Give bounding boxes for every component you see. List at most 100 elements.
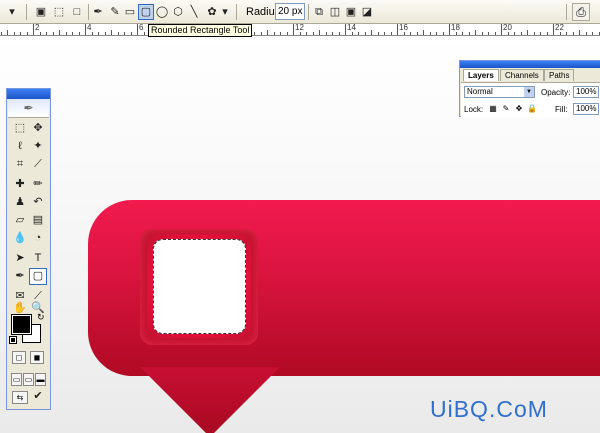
ruler-label: 22 <box>555 24 564 32</box>
ruler-tick <box>338 32 340 35</box>
toolbox: ✒ ⬚ ✥ ℓ ✦ ⌗ ⟋ ✚ ✏ ♟ ↶ ▱ ▤ 💧 ◔ ➤ T ✒ ▢ ✉ … <box>6 88 51 410</box>
ruler-tick <box>358 32 359 35</box>
palette-well-icon[interactable]: ⎙ <box>572 3 590 21</box>
ruler-tick <box>364 32 366 35</box>
separator <box>88 4 89 20</box>
intersect-shape-icon[interactable]: ▣ <box>343 4 359 20</box>
ruler-tick <box>546 32 548 35</box>
rectangle-shape-icon[interactable]: ▭ <box>122 4 138 20</box>
lock-pixels-icon[interactable]: ✎ <box>501 103 511 114</box>
blur-tool-icon[interactable]: 💧 <box>11 230 29 247</box>
rounded-rectangle-tool-icon[interactable]: ▢ <box>29 268 47 285</box>
ruler-tick <box>403 32 405 35</box>
custom-shape-icon[interactable]: ✿ <box>204 4 220 20</box>
rounded-selection[interactable] <box>153 239 246 334</box>
feather-logo-icon[interactable]: ✒ <box>8 99 49 118</box>
ruler-label: 12 <box>295 24 304 32</box>
pen-tool-icon[interactable]: ✒ <box>11 268 29 285</box>
ruler-tick <box>312 32 314 35</box>
full-screen-icon[interactable]: ▬ <box>35 373 46 386</box>
pen-tool-icon[interactable]: ✒ <box>90 4 106 20</box>
eraser-tool-icon[interactable]: ▱ <box>11 212 29 229</box>
move-tool-icon[interactable]: ✥ <box>29 120 47 137</box>
toolbox-titlebar[interactable] <box>7 89 50 99</box>
dodge-tool-icon[interactable]: ◔ <box>29 230 47 247</box>
ruler-label: 2 <box>35 24 40 32</box>
opacity-field[interactable]: 100% <box>573 86 599 98</box>
jump-to-imageready-icon[interactable]: ⇆ <box>12 391 28 404</box>
brush-tool-icon[interactable]: ✏ <box>29 176 47 193</box>
exclude-shape-icon[interactable]: ◪ <box>359 4 375 20</box>
standard-screen-icon[interactable]: ▭ <box>11 373 22 386</box>
checkmark-icon[interactable]: ✔ <box>29 388 47 405</box>
quick-mask-mode-icon[interactable]: ◼ <box>30 351 44 364</box>
blend-mode-select[interactable]: Normal ▼ <box>464 86 535 98</box>
ruler-tick <box>273 32 275 35</box>
standard-mode-icon[interactable]: ◻ <box>12 351 26 364</box>
tab-layers[interactable]: Layers <box>463 69 499 81</box>
geometry-options-chevron-icon[interactable]: ▾ <box>220 4 230 20</box>
radius-input[interactable] <box>275 3 305 20</box>
foreground-color-swatch[interactable] <box>11 314 32 335</box>
ruler-tick <box>481 32 483 35</box>
magic-wand-tool-icon[interactable]: ✦ <box>29 138 47 155</box>
tool-preset-icon[interactable]: ▾ <box>4 4 20 20</box>
marquee-tool-icon[interactable]: ⬚ <box>11 120 29 137</box>
healing-brush-tool-icon[interactable]: ✚ <box>11 176 29 193</box>
slice-tool-icon[interactable]: ⟋ <box>29 156 47 173</box>
crop-tool-icon[interactable]: ⌗ <box>11 156 29 173</box>
ruler-tick <box>455 32 457 35</box>
ruler-tick <box>390 32 392 35</box>
ruler-tick <box>124 32 125 35</box>
ruler-tick <box>325 32 327 35</box>
ruler-tick <box>33 24 34 35</box>
ellipse-shape-icon[interactable]: ◯ <box>154 4 170 20</box>
paths-mode-icon[interactable]: ⬚ <box>51 4 67 20</box>
layers-panel-body: Normal ▼ Opacity: 100% Lock: ▦ ✎ ✥ 🔒 Fil… <box>461 82 600 117</box>
history-brush-tool-icon[interactable]: ↶ <box>29 194 47 211</box>
watermark: UiBQ.CoM <box>430 396 548 422</box>
full-screen-menu-icon[interactable]: ▭ <box>23 373 34 386</box>
lasso-tool-icon[interactable]: ℓ <box>11 138 29 155</box>
ruler-label: 18 <box>451 24 460 32</box>
ruler-tick <box>468 32 470 35</box>
lock-position-icon[interactable]: ✥ <box>514 103 524 114</box>
ruler-tick <box>111 30 112 35</box>
separator <box>26 4 27 20</box>
ruler-tick <box>371 30 372 35</box>
gradient-tool-icon[interactable]: ▤ <box>29 212 47 229</box>
subtract-shape-icon[interactable]: ◫ <box>327 4 343 20</box>
default-colors-icon[interactable] <box>9 336 17 344</box>
type-tool-icon[interactable]: T <box>29 250 47 267</box>
rounded-rectangle-shape-icon[interactable]: ▢ <box>138 4 154 20</box>
tab-paths[interactable]: Paths <box>544 69 575 81</box>
ruler-tick <box>332 32 333 35</box>
layers-panel-titlebar[interactable] <box>460 61 600 68</box>
lock-label: Lock: <box>464 105 484 114</box>
lock-transparency-icon[interactable]: ▦ <box>488 103 498 114</box>
combine-shape-icon[interactable]: ⧉ <box>311 4 327 20</box>
tab-channels[interactable]: Channels <box>500 69 544 81</box>
freeform-pen-icon[interactable]: ✎ <box>107 4 123 20</box>
ruler-tick <box>130 32 132 35</box>
lock-all-icon[interactable]: 🔒 <box>527 103 537 114</box>
clone-stamp-tool-icon[interactable]: ♟ <box>11 194 29 211</box>
swap-colors-icon[interactable]: ↻ <box>37 312 45 323</box>
opacity-label: Opacity: <box>541 88 571 97</box>
path-selection-tool-icon[interactable]: ➤ <box>11 250 29 267</box>
ruler-tick <box>13 32 15 35</box>
ruler-tick <box>7 30 8 35</box>
shape-layers-icon[interactable]: ▣ <box>33 4 49 20</box>
ruler-tick <box>507 32 509 35</box>
ruler-tick <box>299 32 301 35</box>
layers-panel-tabs: Layers Channels Paths <box>460 68 600 81</box>
ruler-tick <box>293 24 294 35</box>
ruler-tick <box>377 32 379 35</box>
ruler-label: 16 <box>399 24 408 32</box>
options-bar: ▾ ▣ ⬚ □ ✒ ✎ ▭ ▢ ◯ ⬡ ╲ ✿ ▾ Radius: ⧉ ◫ ▣ … <box>0 0 600 24</box>
fill-field[interactable]: 100% <box>573 103 599 115</box>
fill-pixels-icon[interactable]: □ <box>69 4 85 20</box>
polygon-shape-icon[interactable]: ⬡ <box>170 4 186 20</box>
line-shape-icon[interactable]: ╲ <box>186 4 202 20</box>
ruler-tick <box>488 32 489 35</box>
